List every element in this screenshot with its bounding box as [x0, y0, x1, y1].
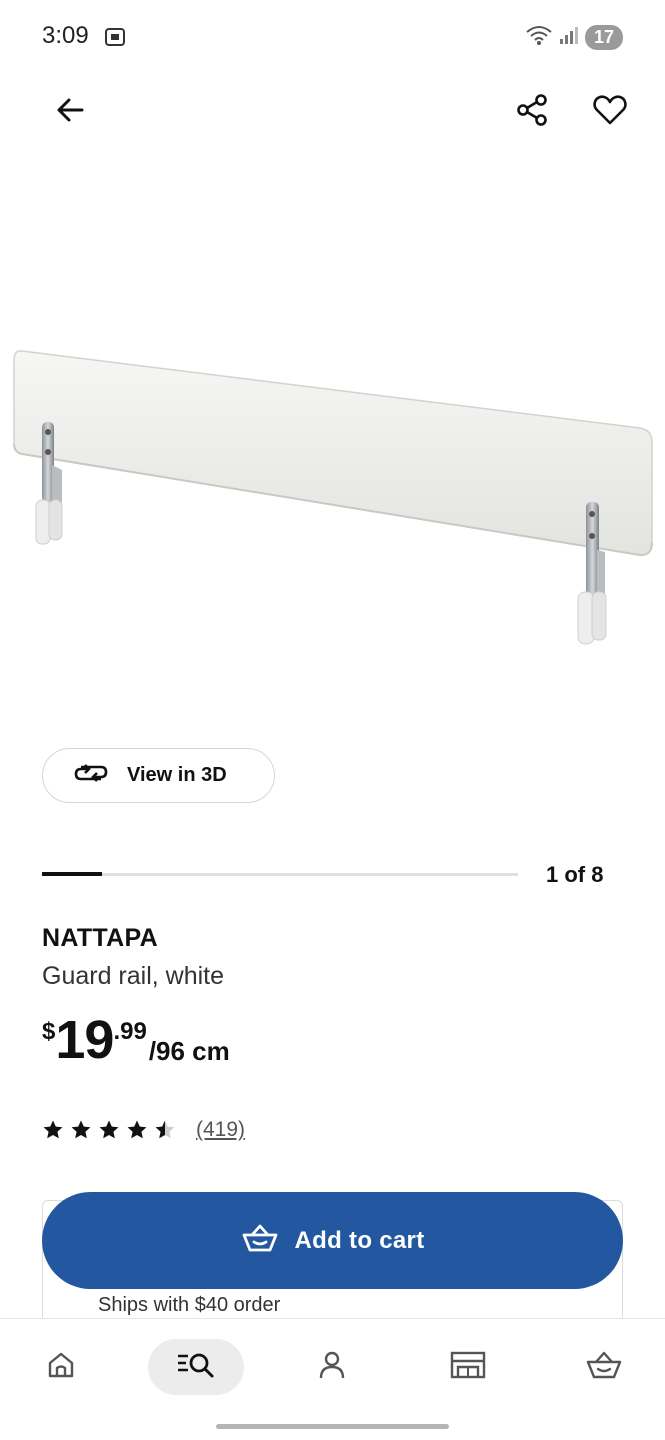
profile-icon: [317, 1350, 347, 1385]
price-decimal: .99: [113, 1018, 147, 1045]
shipping-note: Ships with $40 order: [98, 1294, 281, 1316]
search-icon: [176, 1350, 216, 1385]
price-integer: 19: [55, 1010, 114, 1070]
nav-profile[interactable]: [284, 1339, 380, 1395]
add-to-cart-label: Add to cart: [294, 1226, 425, 1254]
star-icon: [155, 1120, 175, 1139]
cart-icon: [241, 1223, 279, 1258]
nav-search[interactable]: [148, 1339, 244, 1395]
product-description: Guard rail, white: [42, 962, 225, 990]
wifi-icon: [525, 24, 553, 51]
status-indicators: 17: [525, 24, 623, 51]
nav-store[interactable]: [420, 1339, 516, 1395]
heart-icon: [593, 94, 627, 131]
rating-stars: [42, 1119, 176, 1141]
star-icon: [43, 1120, 63, 1139]
bottom-nav: [0, 1318, 665, 1440]
price-unit: /96 cm: [148, 1036, 230, 1066]
review-count[interactable]: (419): [196, 1118, 245, 1142]
price-currency: $: [42, 1018, 56, 1045]
guard-rail-illustration: [13, 350, 653, 645]
gallery-progress-track: [42, 872, 518, 876]
product-image[interactable]: [0, 330, 665, 670]
arrow-left-icon: [54, 94, 86, 131]
share-button[interactable]: [508, 88, 556, 136]
rating[interactable]: (419): [42, 1118, 245, 1142]
star-icon: [127, 1120, 147, 1139]
battery-badge: 17: [585, 25, 623, 50]
gallery-counter: 1 of 8: [546, 862, 604, 887]
rotate-3d-icon: [73, 761, 109, 790]
status-bar: 3:09 17: [0, 0, 665, 72]
add-to-cart-button[interactable]: Add to cart: [42, 1192, 623, 1289]
price: $ 19 .99 /96 cm: [42, 1010, 230, 1070]
store-icon: [450, 1350, 486, 1385]
gallery-progress-fill: [42, 872, 102, 876]
signal-icon: [559, 25, 579, 50]
star-icon: [99, 1120, 119, 1139]
view-in-3d-label: View in 3D: [127, 764, 227, 786]
share-icon: [515, 93, 549, 132]
cart-icon: [585, 1350, 623, 1385]
screenshot-icon: [104, 26, 126, 48]
nav-cart[interactable]: [556, 1339, 652, 1395]
product-name: NATTAPA: [42, 924, 158, 952]
top-bar: [0, 80, 665, 144]
status-time: 3:09: [42, 22, 89, 49]
back-button[interactable]: [46, 88, 94, 136]
favorite-button[interactable]: [586, 88, 634, 136]
star-icon: [71, 1120, 91, 1139]
nav-home[interactable]: [13, 1339, 109, 1395]
view-in-3d-button[interactable]: View in 3D: [42, 748, 275, 803]
home-indicator[interactable]: [216, 1424, 449, 1429]
home-icon: [46, 1350, 76, 1385]
